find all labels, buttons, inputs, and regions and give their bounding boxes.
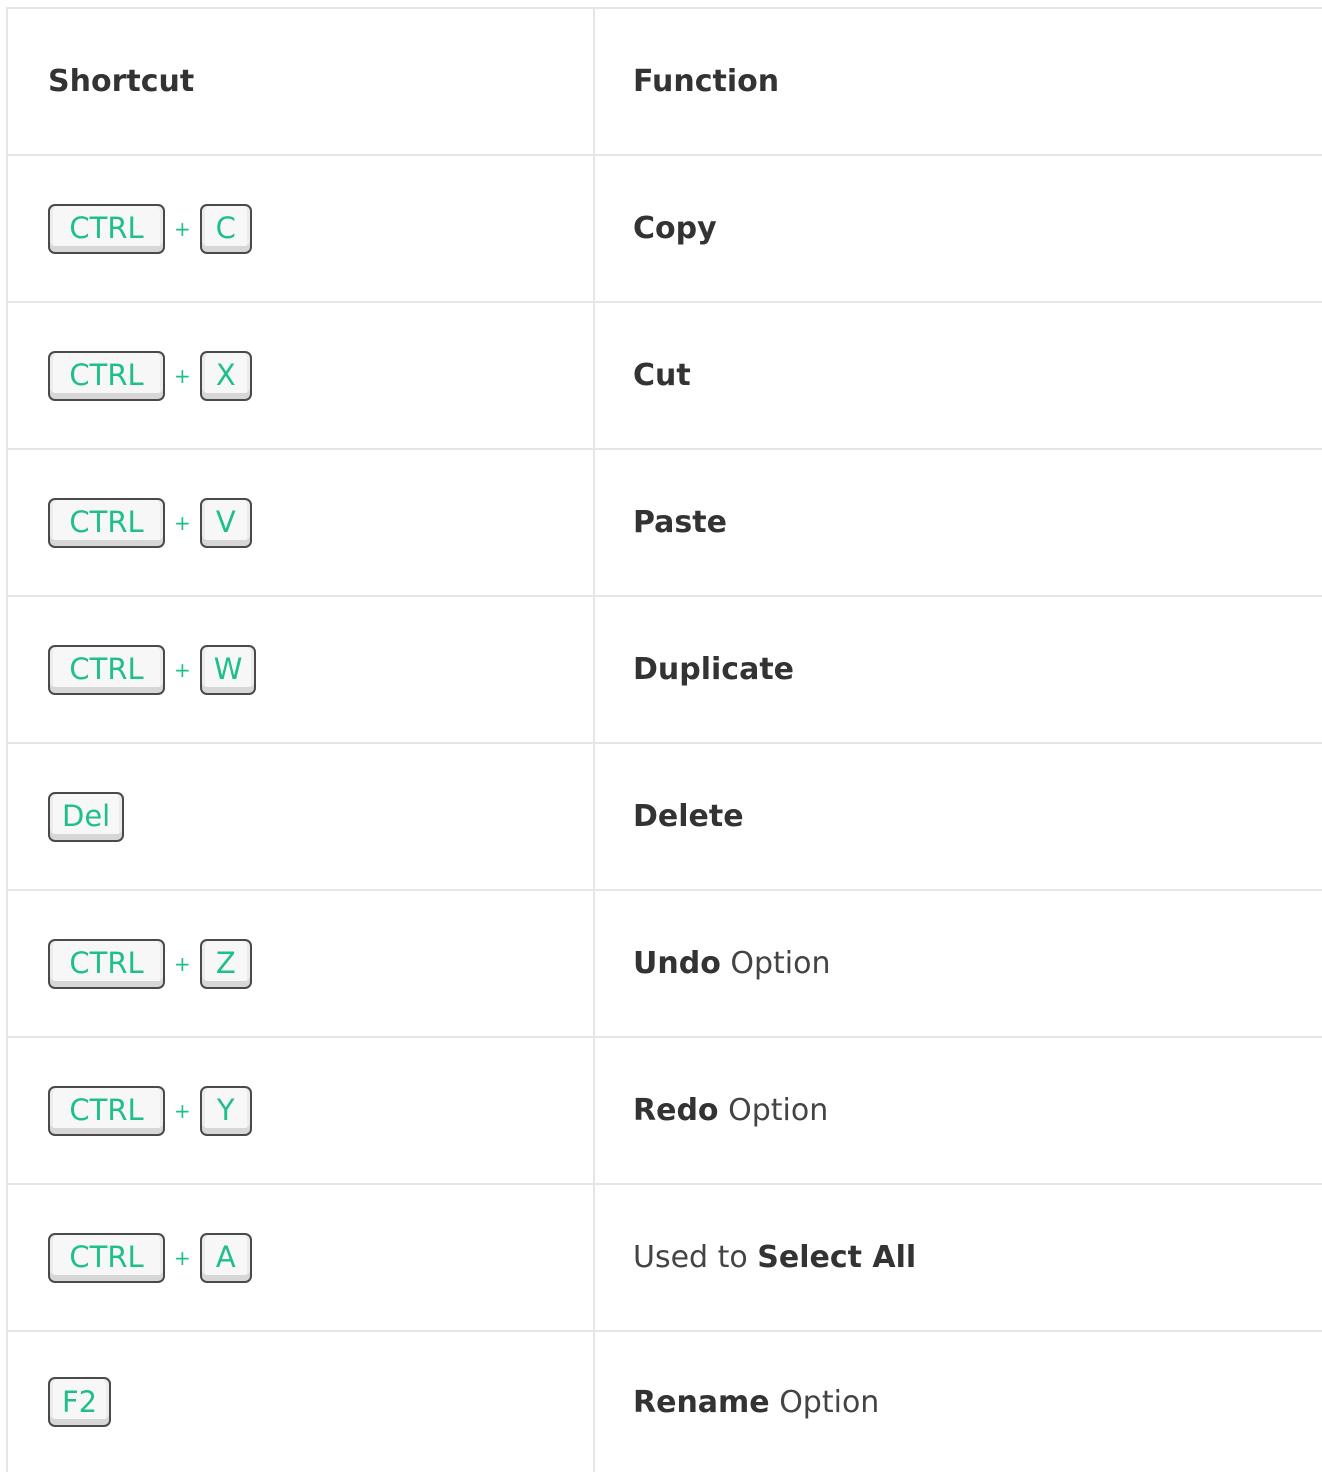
table-row: CTRL + A Used to Select All [8, 1185, 1322, 1332]
key-combo: CTRL + A [48, 1232, 252, 1283]
shortcut-cell: CTRL + Z [8, 891, 595, 1036]
function-cell: Cut [595, 303, 1322, 448]
function-text: Delete [633, 799, 744, 834]
function-name: Select All [757, 1240, 917, 1275]
keycap-v: V [199, 497, 252, 548]
keycap-x: X [199, 350, 252, 401]
function-cell: Paste [595, 450, 1322, 595]
function-text: Used to Select All [633, 1240, 916, 1275]
plus-sign: + [174, 216, 191, 241]
key-combo: CTRL + X [48, 350, 252, 401]
function-prefix: Used to [633, 1240, 758, 1275]
plus-sign: + [174, 1098, 191, 1123]
function-cell: Rename Option [595, 1332, 1322, 1472]
function-name: Copy [633, 211, 717, 246]
table-header-row: Shortcut Function [8, 9, 1322, 156]
function-name: Cut [633, 358, 691, 393]
keycap-ctrl: CTRL [48, 497, 165, 548]
function-suffix: Option [718, 1093, 829, 1128]
keycap-ctrl: CTRL [48, 1232, 165, 1283]
keycap-y: Y [199, 1085, 252, 1136]
shortcut-cell: CTRL + C [8, 156, 595, 301]
function-name: Delete [633, 799, 744, 834]
function-name: Redo [633, 1093, 719, 1128]
keycap-w: W [199, 644, 257, 695]
function-cell: Delete [595, 744, 1322, 889]
shortcut-cell: CTRL + X [8, 303, 595, 448]
table-body: CTRL + C Copy CTRL + X Cut CTRL + V Paste CTRL + W Dupl… [8, 156, 1322, 1472]
keycap-ctrl: CTRL [48, 350, 165, 401]
function-suffix: Option [720, 946, 831, 981]
function-name: Duplicate [633, 652, 795, 687]
keycap-ctrl: CTRL [48, 203, 165, 254]
shortcuts-table: Shortcut Function CTRL + C Copy CTRL + X Cut CTR… [6, 7, 1322, 1472]
plus-sign: + [174, 951, 191, 976]
keycap-z: Z [199, 938, 252, 989]
function-name: Undo [633, 946, 721, 981]
function-text: Copy [633, 211, 717, 246]
table-row: CTRL + C Copy [8, 156, 1322, 303]
function-cell: Duplicate [595, 597, 1322, 742]
key-combo: Del [48, 791, 125, 842]
shortcut-cell: F2 [8, 1332, 595, 1472]
key-combo: CTRL + Y [48, 1085, 252, 1136]
header-function: Function [633, 64, 780, 99]
function-text: Redo Option [633, 1093, 828, 1128]
function-name: Rename [633, 1384, 770, 1420]
table-row: CTRL + X Cut [8, 303, 1322, 450]
function-cell: Redo Option [595, 1038, 1322, 1183]
keycap-ctrl: CTRL [48, 938, 165, 989]
keycap-c: C [199, 203, 252, 254]
function-text: Rename Option [633, 1385, 879, 1420]
table-row: F2 Rename Option [8, 1332, 1322, 1472]
plus-sign: + [174, 1245, 191, 1270]
shortcut-cell: CTRL + V [8, 450, 595, 595]
function-name: Paste [633, 505, 727, 540]
key-combo: CTRL + C [48, 203, 252, 254]
keycap-f2: F2 [48, 1377, 112, 1427]
table-row: CTRL + Z Undo Option [8, 891, 1322, 1038]
key-combo: CTRL + W [48, 644, 257, 695]
function-text: Duplicate [633, 652, 794, 687]
plus-sign: + [174, 363, 191, 388]
function-cell: Undo Option [595, 891, 1322, 1036]
shortcut-cell: CTRL + W [8, 597, 595, 742]
table-row: CTRL + W Duplicate [8, 597, 1322, 744]
shortcut-cell: CTRL + Y [8, 1038, 595, 1183]
function-cell: Used to Select All [595, 1185, 1322, 1330]
function-cell: Copy [595, 156, 1322, 301]
key-combo: CTRL + Z [48, 938, 252, 989]
plus-sign: + [174, 657, 191, 682]
table-row: CTRL + V Paste [8, 450, 1322, 597]
plus-sign: + [174, 510, 191, 535]
header-shortcut: Shortcut [8, 9, 595, 154]
shortcut-cell: CTRL + A [8, 1185, 595, 1330]
key-combo: F2 [48, 1377, 112, 1427]
key-combo: CTRL + V [48, 497, 252, 548]
keycap-ctrl: CTRL [48, 1085, 165, 1136]
keycap-a: A [199, 1232, 252, 1283]
function-suffix: Option [769, 1384, 880, 1420]
function-text: Paste [633, 505, 727, 540]
keycap-ctrl: CTRL [48, 644, 165, 695]
function-text: Cut [633, 358, 691, 393]
table-row: CTRL + Y Redo Option [8, 1038, 1322, 1185]
table-row: Del Delete [8, 744, 1322, 891]
shortcut-cell: Del [8, 744, 595, 889]
keycap-del: Del [48, 791, 125, 842]
function-text: Undo Option [633, 946, 830, 981]
